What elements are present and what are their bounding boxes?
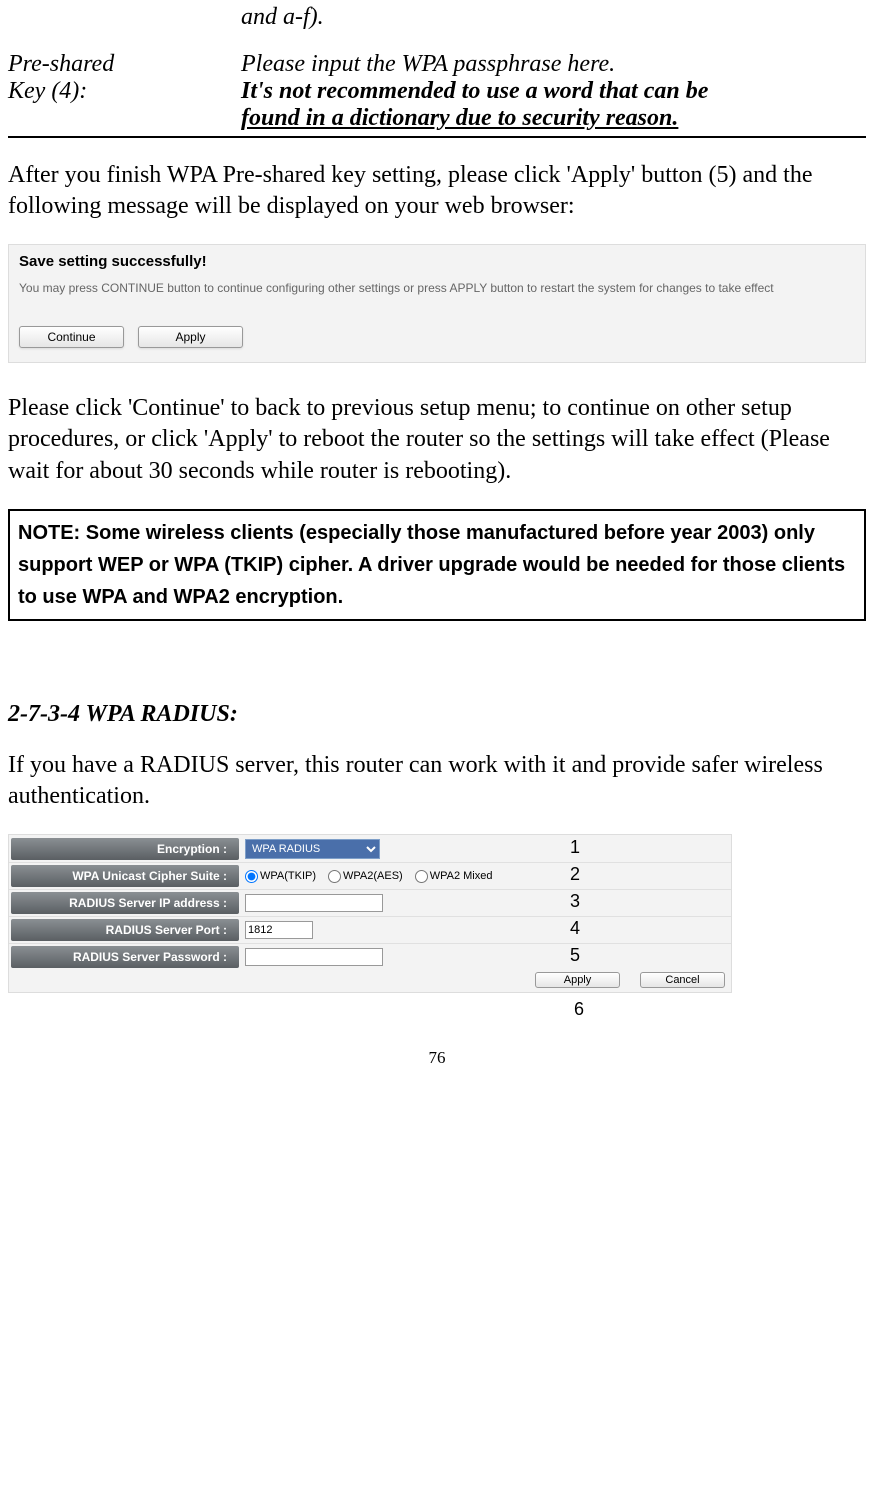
paragraph-2: Please click 'Continue' to back to previ… — [8, 393, 866, 487]
encryption-select[interactable]: WPA RADIUS — [245, 839, 380, 859]
encryption-value: WPA RADIUS — [241, 835, 731, 862]
definition-label: Pre-shared Key (4): — [8, 51, 241, 132]
radius-port-input[interactable] — [245, 921, 313, 939]
apply-button[interactable]: Apply — [138, 326, 243, 348]
cipher-value: WPA(TKIP) WPA2(AES) WPA2 Mixed — [241, 863, 731, 889]
cipher-radio-group: WPA(TKIP) WPA2(AES) WPA2 Mixed — [245, 870, 492, 883]
ip-label: RADIUS Server IP address : — [11, 892, 239, 914]
msg-title: Save setting successfully! — [19, 253, 855, 270]
desc-line1: Please input the WPA passphrase here. — [241, 51, 866, 78]
callout-column: 1 2 3 4 5 — [570, 834, 580, 969]
encryption-row: Encryption : WPA RADIUS — [9, 835, 731, 862]
callout-1: 1 — [570, 834, 580, 861]
cipher-opt3-label[interactable]: WPA2 Mixed — [415, 870, 493, 883]
password-label: RADIUS Server Password : — [11, 946, 239, 968]
msg-desc: You may press CONTINUE button to continu… — [19, 280, 855, 297]
save-msg-box: Save setting successfully! You may press… — [8, 244, 866, 363]
label-line2: Key (4): — [8, 78, 241, 105]
callout-5: 5 — [570, 942, 580, 969]
paragraph-3: If you have a RADIUS server, this router… — [8, 750, 866, 812]
desc-line2: It's not recommended to use a word that … — [241, 78, 866, 105]
password-row: RADIUS Server Password : — [9, 943, 731, 970]
config-panel: Encryption : WPA RADIUS WPA Unicast Ciph… — [8, 834, 732, 993]
cipher-radio-mixed[interactable] — [415, 870, 428, 883]
radius-ip-input[interactable] — [245, 894, 383, 912]
callout-3: 3 — [570, 888, 580, 915]
label-line1: Pre-shared — [8, 51, 241, 78]
port-value — [241, 917, 731, 943]
callout-2: 2 — [570, 861, 580, 888]
desc-line3: found in a dictionary due to security re… — [241, 105, 866, 132]
cipher-opt1-label[interactable]: WPA(TKIP) — [245, 870, 316, 883]
ip-value — [241, 890, 731, 916]
fragment-text: and a-f). — [241, 4, 866, 31]
callout-4: 4 — [570, 915, 580, 942]
config-background: Encryption : WPA RADIUS WPA Unicast Ciph… — [8, 834, 732, 993]
horizontal-rule — [8, 136, 866, 138]
cipher-opt2-label[interactable]: WPA2(AES) — [328, 870, 403, 883]
port-label: RADIUS Server Port : — [11, 919, 239, 941]
cipher-opt1-text: WPA(TKIP) — [260, 870, 316, 882]
button-row: Apply Cancel — [9, 970, 731, 992]
cipher-radio-tkip[interactable] — [245, 870, 258, 883]
cipher-label: WPA Unicast Cipher Suite : — [11, 865, 239, 887]
definition-row: Pre-shared Key (4): Please input the WPA… — [8, 51, 866, 132]
cipher-opt3-text: WPA2 Mixed — [430, 870, 493, 882]
callout-6: 6 — [574, 999, 866, 1020]
note-box: NOTE: Some wireless clients (especially … — [8, 509, 866, 621]
page-number: 76 — [8, 1048, 866, 1068]
config-cancel-button[interactable]: Cancel — [640, 972, 725, 988]
port-row: RADIUS Server Port : — [9, 916, 731, 943]
continue-button[interactable]: Continue — [19, 326, 124, 348]
cipher-radio-aes[interactable] — [328, 870, 341, 883]
password-value — [241, 944, 731, 970]
paragraph-1: After you finish WPA Pre-shared key sett… — [8, 160, 866, 222]
section-heading: 2-7-3-4 WPA RADIUS: — [8, 701, 866, 728]
config-apply-button[interactable]: Apply — [535, 972, 620, 988]
radius-password-input[interactable] — [245, 948, 383, 966]
cipher-row: WPA Unicast Cipher Suite : WPA(TKIP) WPA… — [9, 862, 731, 889]
ip-row: RADIUS Server IP address : — [9, 889, 731, 916]
definition-desc: Please input the WPA passphrase here. It… — [241, 51, 866, 132]
encryption-label: Encryption : — [11, 838, 239, 860]
cipher-opt2-text: WPA2(AES) — [343, 870, 403, 882]
